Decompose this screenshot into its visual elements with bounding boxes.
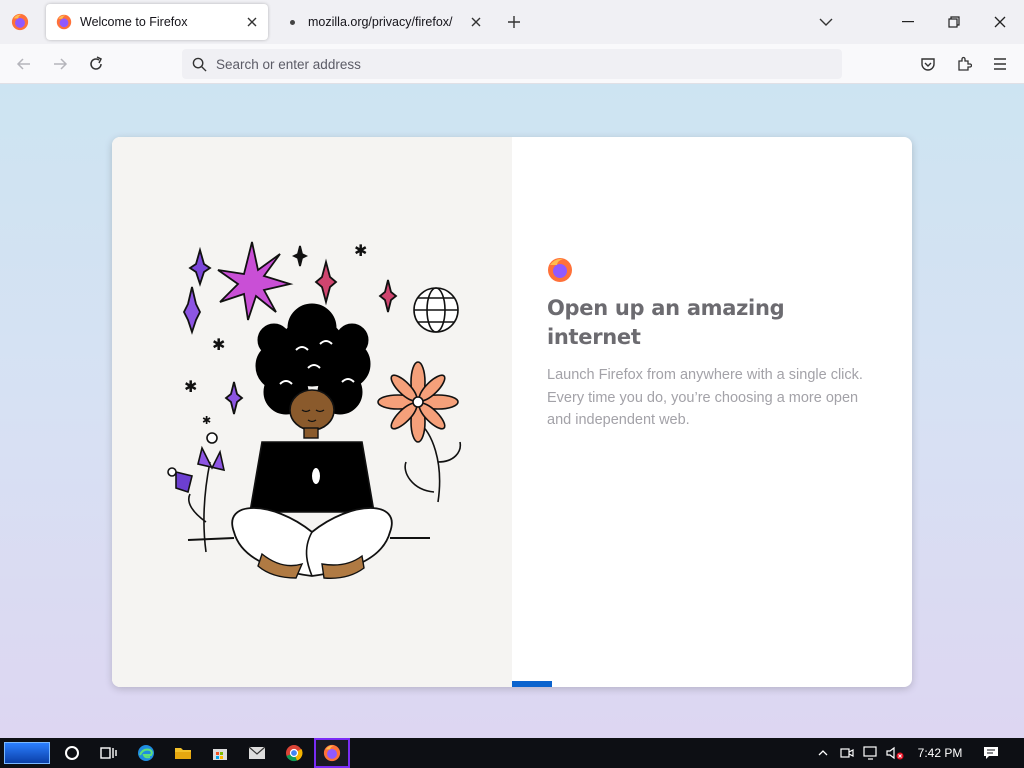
file-explorer-icon	[175, 748, 191, 759]
page-content: ✱ ✱ ✱ ✱ Open up an amazing internet Laun…	[0, 84, 1024, 738]
svg-text:✱: ✱	[202, 414, 211, 427]
firefox-logo-icon	[548, 258, 572, 282]
edge-icon	[138, 745, 154, 761]
close-icon	[994, 16, 1006, 28]
forward-button[interactable]	[46, 50, 74, 78]
volume-muted-icon	[886, 746, 904, 760]
tab-title: Welcome to Firefox	[80, 15, 188, 29]
pocket-button[interactable]	[914, 50, 942, 78]
close-tab-button[interactable]	[466, 12, 486, 32]
chevron-up-icon	[818, 750, 828, 756]
svg-text:✱: ✱	[184, 377, 197, 396]
chevron-down-icon	[819, 18, 833, 26]
taskbar-clock[interactable]: 7:42 PM	[910, 738, 970, 768]
chrome-icon	[286, 745, 303, 762]
arrow-right-icon	[54, 58, 68, 70]
mail-button[interactable]	[239, 738, 275, 768]
new-tab-button[interactable]	[502, 10, 526, 34]
volume-button[interactable]	[884, 738, 906, 768]
page-title: Open up an amazing internet	[547, 296, 785, 349]
tab-welcome[interactable]: Welcome to Firefox	[46, 4, 268, 40]
svg-text:✱: ✱	[212, 335, 225, 354]
camera-icon	[840, 748, 854, 758]
restore-button[interactable]	[932, 6, 976, 38]
hamburger-menu-icon	[994, 58, 1006, 70]
search-input[interactable]	[216, 56, 816, 72]
person-with-laptop-illustration: ✱ ✱ ✱ ✱	[167, 241, 462, 579]
list-all-tabs-button[interactable]	[814, 10, 838, 34]
illustration-panel: ✱ ✱ ✱ ✱	[112, 137, 512, 687]
app-menu-button[interactable]	[986, 50, 1014, 78]
reload-icon	[90, 56, 103, 70]
restore-icon	[948, 16, 960, 28]
close-icon	[247, 17, 257, 27]
network-button[interactable]	[860, 738, 882, 768]
pocket-icon	[921, 58, 935, 71]
svg-text:✱: ✱	[354, 241, 367, 260]
file-explorer-button[interactable]	[165, 738, 201, 768]
close-window-button[interactable]	[978, 6, 1022, 38]
plus-icon	[508, 16, 520, 28]
windows-taskbar: 7:42 PM	[0, 738, 1024, 768]
reload-button[interactable]	[82, 50, 110, 78]
onboarding-card: ✱ ✱ ✱ ✱ Open up an amazing internet Laun…	[112, 137, 912, 687]
firefox-icon	[323, 744, 341, 762]
tab-privacy[interactable]: mozilla.org/privacy/firefox/	[274, 4, 492, 40]
mail-icon	[248, 746, 266, 759]
firefox-taskbar-button[interactable]	[314, 738, 350, 768]
task-view-button[interactable]	[90, 738, 126, 768]
notifications-button[interactable]	[978, 738, 1004, 768]
edge-button[interactable]	[128, 738, 164, 768]
tab-title: mozilla.org/privacy/firefox/	[308, 15, 453, 29]
extensions-button[interactable]	[950, 50, 978, 78]
close-icon	[471, 17, 481, 27]
cortana-button[interactable]	[54, 738, 90, 768]
firefox-icon	[56, 14, 72, 30]
loading-dot-icon	[284, 14, 300, 30]
show-hidden-icons-button[interactable]	[812, 738, 834, 768]
close-tab-button[interactable]	[242, 12, 262, 32]
url-bar[interactable]	[182, 49, 842, 79]
minimize-button[interactable]	[886, 6, 930, 38]
network-icon	[863, 746, 877, 760]
search-icon	[190, 55, 208, 73]
onboarding-text: Open up an amazing internet Launch Firef…	[547, 257, 877, 432]
store-icon	[213, 749, 227, 760]
back-button[interactable]	[10, 50, 38, 78]
firefox-view-button[interactable]	[6, 8, 34, 36]
chrome-button[interactable]	[276, 738, 312, 768]
task-view-icon	[100, 747, 117, 759]
step-progress-indicator	[512, 681, 552, 687]
firefox-icon	[11, 13, 29, 31]
puzzle-icon	[958, 56, 972, 71]
minimize-icon	[902, 21, 914, 23]
arrow-left-icon	[16, 58, 30, 70]
start-icon	[4, 742, 50, 764]
notification-icon	[984, 747, 998, 759]
start-button[interactable]	[2, 738, 52, 768]
navigation-toolbar	[0, 44, 1024, 84]
cortana-icon	[65, 746, 79, 760]
store-button[interactable]	[202, 738, 238, 768]
onboarding-description: Launch Firefox from anywhere with a sing…	[547, 367, 863, 428]
meet-now-button[interactable]	[836, 738, 858, 768]
tab-strip: Welcome to Firefox mozilla.org/privacy/f…	[0, 0, 1024, 44]
